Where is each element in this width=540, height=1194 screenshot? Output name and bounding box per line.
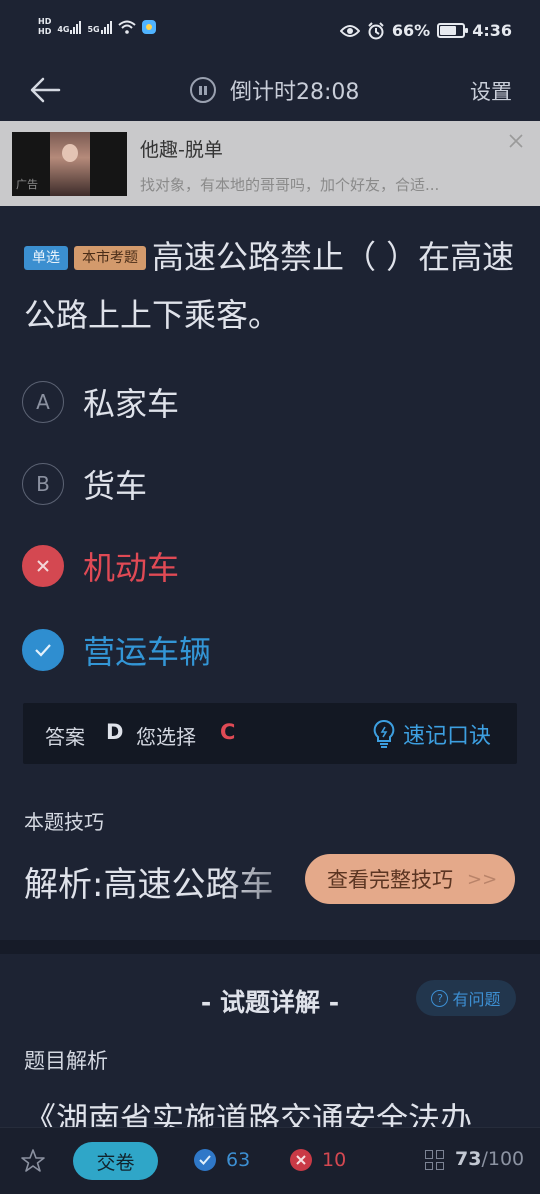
wrong-count-value: 10	[322, 1149, 347, 1171]
ad-image	[50, 132, 90, 196]
view-full-tips-label: 查看完整技巧	[327, 868, 453, 892]
ad-description[interactable]: 找对象，有本地的哥哥吗，加个好友，合适...	[140, 174, 439, 195]
x-circle-icon	[290, 1149, 312, 1171]
ad-banner[interactable]: 广告 他趣-脱单 找对象，有本地的哥哥吗，加个好友，合适...	[0, 121, 540, 206]
wrong-x-icon	[22, 545, 64, 587]
status-right: 66% 4:36	[339, 21, 512, 40]
question-type-badge: 单选	[24, 246, 68, 270]
hd-label-1: HD	[38, 17, 52, 26]
exam-page: HD HD 4G 5G 66% 4:36 倒计时28:08 设置 广告 他趣-脱…	[0, 0, 540, 1194]
lightbulb-icon	[373, 719, 395, 748]
battery-fill	[440, 26, 457, 35]
chosen-value: C	[220, 720, 236, 744]
eye-icon	[339, 24, 360, 37]
grid-icon[interactable]	[425, 1150, 445, 1170]
signal-1-icon: 4G	[57, 20, 82, 34]
battery-percent: 66%	[391, 21, 431, 40]
option-c-text: 机动车	[83, 549, 180, 587]
correct-count[interactable]: 63	[194, 1149, 250, 1171]
analysis-title: 题目解析	[24, 1049, 108, 1073]
memo-button[interactable]: 速记口诀	[373, 718, 491, 750]
option-a-letter: A	[22, 381, 64, 423]
question-mark-icon: ?	[431, 989, 449, 1007]
option-d[interactable]: 营运车辆	[22, 628, 211, 672]
signal-2-icon: 5G	[87, 20, 112, 34]
network-type-1: 4G	[57, 25, 70, 34]
option-a[interactable]: A 私家车	[22, 380, 179, 424]
option-a-text: 私家车	[83, 385, 180, 423]
battery-icon	[437, 23, 469, 38]
wifi-icon	[117, 20, 136, 34]
settings-button[interactable]: 设置	[470, 76, 512, 106]
wrong-count[interactable]: 10	[290, 1149, 346, 1171]
option-d-text: 营运车辆	[83, 633, 212, 671]
analysis-text: 《湖南省实施道路交通安全法办	[24, 1100, 473, 1127]
top-header: 倒计时28:08 设置	[0, 62, 540, 120]
tips-title: 本题技巧	[24, 810, 104, 834]
option-b[interactable]: B 货车	[22, 462, 147, 506]
answer-summary: 答案 D 您选择 C 速记口诀	[23, 703, 517, 764]
progress-current: 73	[455, 1148, 482, 1170]
countdown-label: 倒计时28:08	[230, 80, 360, 105]
network-type-2: 5G	[87, 25, 100, 34]
app-notification-icon	[141, 20, 156, 34]
question-progress[interactable]: 73/100	[455, 1148, 524, 1170]
progress-total: /100	[481, 1148, 525, 1170]
back-arrow-icon[interactable]	[26, 70, 66, 110]
status-bar: HD HD 4G 5G 66% 4:36	[0, 0, 540, 62]
submit-button[interactable]: 交卷	[73, 1142, 158, 1180]
view-full-tips-button[interactable]: 查看完整技巧 >>	[305, 854, 515, 904]
pause-icon[interactable]	[190, 77, 216, 103]
countdown-timer[interactable]: 倒计时28:08	[190, 74, 359, 106]
bottom-bar: 交卷 63 10 73/100	[0, 1127, 540, 1194]
chosen-label: 您选择	[136, 725, 196, 749]
double-chevron-icon: >>	[467, 868, 498, 890]
ad-tag: 广告	[16, 178, 38, 191]
ad-title[interactable]: 他趣-脱单	[140, 135, 223, 162]
hd-label-2: HD	[38, 27, 52, 36]
option-c[interactable]: 机动车	[22, 544, 179, 588]
star-icon[interactable]	[20, 1148, 46, 1174]
hd-indicator: HD HD	[38, 17, 51, 37]
report-issue-button[interactable]: ? 有问题	[416, 980, 516, 1016]
report-issue-label: 有问题	[452, 990, 501, 1009]
option-b-text: 货车	[83, 467, 148, 505]
correct-check-icon	[22, 629, 64, 671]
ad-thumbnail[interactable]: 广告	[12, 132, 127, 196]
section-divider	[0, 940, 540, 954]
clock: 4:36	[472, 21, 512, 40]
close-icon[interactable]	[506, 131, 526, 151]
alarm-icon	[368, 21, 384, 39]
memo-label: 速记口诀	[402, 724, 491, 749]
check-circle-icon	[194, 1149, 216, 1171]
option-b-letter: B	[22, 463, 64, 505]
question-stem: 单选 本市考题 高速公路禁止（ ）在高速公路上上下乘客。	[24, 228, 520, 344]
question-source-badge: 本市考题	[74, 246, 146, 270]
correct-count-value: 63	[226, 1149, 251, 1171]
answer-value: D	[106, 720, 124, 744]
status-left: HD HD 4G 5G	[38, 17, 156, 37]
answer-label: 答案	[45, 725, 85, 749]
